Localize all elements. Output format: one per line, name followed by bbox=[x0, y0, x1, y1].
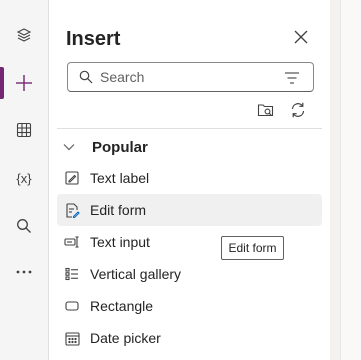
canvas-edge bbox=[330, 0, 361, 360]
date-picker-icon bbox=[64, 330, 80, 346]
search-input[interactable] bbox=[100, 67, 270, 87]
search-box bbox=[67, 62, 314, 92]
section-popular-header[interactable]: Popular bbox=[63, 136, 148, 158]
tree-view-button[interactable] bbox=[0, 19, 48, 51]
panel-title: Insert bbox=[66, 28, 121, 50]
edit-form-icon bbox=[64, 202, 80, 218]
list-item-edit-form[interactable]: Edit form bbox=[57, 194, 322, 226]
filter-icon[interactable] bbox=[285, 71, 299, 89]
left-rail: {x} bbox=[0, 0, 48, 360]
list-item-label: Text label bbox=[90, 170, 150, 186]
folder-search-icon bbox=[257, 102, 275, 123]
search-icon bbox=[16, 218, 32, 234]
variables-button[interactable]: {x} bbox=[0, 162, 48, 194]
refresh-icon bbox=[289, 101, 307, 124]
list-item-label: Rectangle bbox=[90, 298, 154, 314]
search-icon bbox=[79, 70, 93, 89]
canvas-strip bbox=[340, 0, 361, 360]
close-button[interactable] bbox=[290, 28, 312, 50]
insert-panel: Insert Search Popular Text label Edit fo… bbox=[48, 0, 331, 360]
layers-icon bbox=[16, 27, 32, 43]
tooltip: Edit form bbox=[221, 236, 284, 260]
list-item-label: Date picker bbox=[90, 330, 161, 346]
text-input-icon bbox=[64, 234, 80, 250]
list-item-label: Edit form bbox=[90, 202, 147, 218]
close-icon bbox=[294, 30, 308, 49]
more-button[interactable] bbox=[0, 256, 48, 288]
list-item-rectangle[interactable]: Rectangle bbox=[57, 290, 322, 322]
list-item-label: Vertical gallery bbox=[90, 266, 182, 282]
refresh-button[interactable] bbox=[287, 101, 309, 123]
more-icon bbox=[16, 270, 32, 274]
chevron-down-icon bbox=[63, 138, 83, 156]
list-item-label: Text input bbox=[90, 234, 150, 250]
list-item-vertical-gallery[interactable]: Vertical gallery bbox=[57, 258, 322, 290]
section-label: Popular bbox=[92, 138, 148, 156]
divider bbox=[57, 128, 322, 129]
plus-icon bbox=[15, 74, 33, 92]
list-item-date-picker[interactable]: Date picker bbox=[57, 322, 322, 354]
table-icon bbox=[16, 122, 32, 138]
vertical-gallery-icon bbox=[64, 266, 80, 282]
variables-icon: {x} bbox=[16, 170, 32, 186]
data-button[interactable] bbox=[0, 114, 48, 146]
browse-folder-button[interactable] bbox=[255, 101, 277, 123]
list-item-text-label[interactable]: Text label bbox=[57, 162, 322, 194]
insert-button[interactable] bbox=[0, 67, 48, 99]
text-label-icon bbox=[64, 170, 80, 186]
rectangle-icon bbox=[64, 298, 80, 314]
search-rail-button[interactable] bbox=[0, 210, 48, 242]
